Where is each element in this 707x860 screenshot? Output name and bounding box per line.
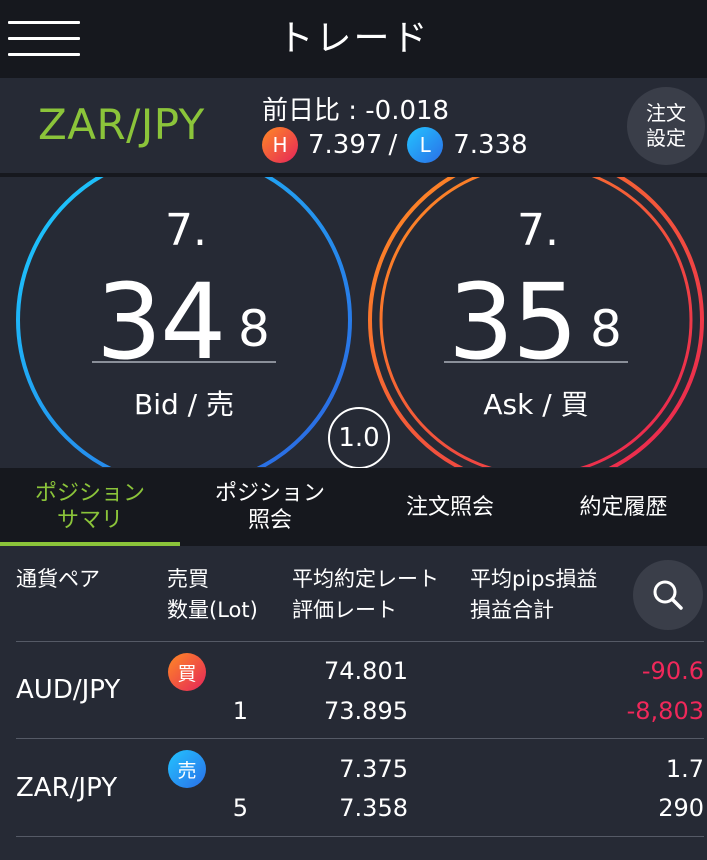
ask-label: Ask / 買 [483,388,589,421]
row-currency-pair: ZAR/JPY [16,773,118,803]
tab-label-line: 約定履歴 [579,494,668,520]
header-pnl-total: 損益合計 [470,598,554,622]
tab-label-line: ポジション [34,481,145,506]
bid-price-big[interactable]: 34 [96,270,226,374]
row-pnl-total: 290 [658,794,704,822]
row-eval-rate: 7.358 [339,794,408,822]
header-quantity: 数量(Lot) [167,598,258,622]
row-avg-pips: -90.6 [641,657,704,685]
page-title: トレード [277,18,430,59]
row-avg-rate: 74.801 [324,657,408,685]
tab-label-line: ポジション [214,481,325,506]
row-avg-pips: 1.7 [665,755,704,783]
order-settings-button[interactable]: 注文 設定 [627,87,705,165]
tab-position-summary[interactable]: ポジション サマリ [0,468,180,546]
header-side: 売買 [167,567,209,591]
daily-change: 前日比 : -0.018 [262,96,450,126]
order-settings-label-2: 設定 [646,126,686,150]
tab-label-line: 注文照会 [405,494,494,520]
tab-position-inquiry[interactable]: ポジション 照会 [180,468,360,546]
high-badge-icon: H [262,127,298,163]
ask-price-big[interactable]: 35 [448,270,578,374]
bid-label: Bid / 売 [134,388,234,421]
row-divider [16,641,704,642]
row-eval-rate: 73.895 [324,697,408,725]
tab-bar: ポジション サマリ ポジション 照会 注文照会 約定履歴 [0,468,707,546]
ask-divider [444,361,628,363]
ask-price-small: 8 [590,300,622,358]
currency-pair-name[interactable]: ZAR/JPY [38,100,205,149]
header-avg-rate: 平均約定レート [292,567,439,591]
buy-badge-icon: 買 [168,653,206,691]
tab-label-line: 照会 [247,508,292,533]
bid-price-prefix: 7. [165,205,207,256]
row-divider [16,738,704,739]
bid-price-small: 8 [238,300,270,358]
tab-label-line: サマリ [56,508,123,533]
bid-divider [92,361,276,363]
search-icon [653,580,683,610]
low-badge-icon: L [407,127,444,163]
tab-execution-history[interactable]: 約定履歴 [540,468,707,546]
row-pnl-total: -8,803 [626,697,704,725]
sell-badge-icon: 売 [168,750,206,788]
lot-size-button[interactable]: 1.0 [328,407,390,469]
high-value: 7.397 [308,130,383,160]
low-value: 7.338 [453,130,528,160]
header-avg-pips: 平均pips損益 [470,567,598,591]
app-header: トレード [0,0,707,78]
high-low-row: H 7.397 / L 7.338 [262,127,528,163]
row-quantity: 1 [232,697,248,725]
row-divider [16,836,704,837]
tab-order-inquiry[interactable]: 注文照会 [360,468,540,546]
header-eval-rate: 評価レート [292,598,397,622]
row-currency-pair: AUD/JPY [16,675,121,705]
search-button[interactable] [633,560,703,630]
row-avg-rate: 7.375 [339,755,408,783]
ask-price-prefix: 7. [517,205,559,256]
row-quantity: 5 [232,794,248,822]
high-low-separator: / [388,130,398,160]
order-settings-label-1: 注文 [646,101,686,125]
header-currency-pair: 通貨ペア [16,567,100,591]
